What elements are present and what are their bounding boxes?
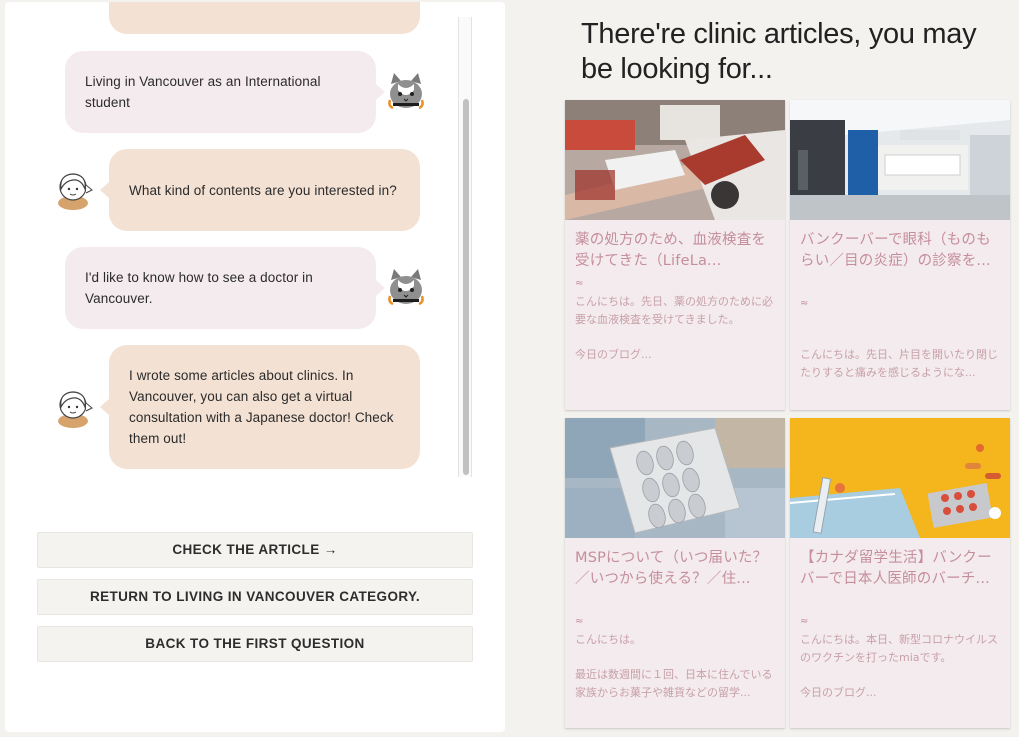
cat-avatar-icon (385, 70, 425, 110)
pills-and-money-photo (565, 418, 785, 538)
girl-avatar-icon (55, 387, 95, 428)
article-separator: ≈ (575, 616, 584, 627)
article-separator: ≈ (800, 298, 809, 309)
clinic-reception-photo (790, 100, 1010, 220)
chat-message-user: Living in Vancouver as an International … (65, 51, 385, 133)
article-excerpt: こんにちは。先日、薬の処方のために必要な血液検査を受けてきました。 今日のブログ… (575, 295, 773, 361)
article-excerpt: こんにちは。本日、新型コロナウイルスのワクチンを打ったmiaです。 今日のブログ… (800, 633, 998, 699)
article-title[interactable]: 薬の処方のため、血液検査を受けてきた（LifeLa... (575, 230, 775, 272)
chat-scrollbar[interactable] (458, 17, 472, 477)
chat-message-bot: What kind of contents are you interested… (100, 149, 420, 231)
article-title[interactable]: MSPについて（いつ届いた？／いつから使える？／住... (575, 548, 775, 590)
article-card[interactable]: MSPについて（いつ届いた？／いつから使える？／住... ≈ こんにちは。 最近… (565, 418, 785, 728)
chat-panel: Living in Vancouver as an International … (5, 2, 505, 732)
article-card[interactable]: バンクーバーで眼科（ものもらい／目の炎症）の診察を... ≈ こんにちは。先日、… (790, 100, 1010, 410)
article-excerpt: こんにちは。先日、片目を開いたり閉じたりすると痛みを感じるようにな... (800, 348, 998, 379)
girl-avatar-icon (55, 169, 95, 210)
medicine-on-yellow-photo (790, 418, 1010, 538)
chat-message-text: Living in Vancouver as an International … (85, 74, 321, 110)
back-first-question-button[interactable]: BACK TO THE FIRST QUESTION (37, 626, 473, 662)
blood-test-photo (565, 100, 785, 220)
article-card[interactable]: 薬の処方のため、血液検査を受けてきた（LifeLa... ≈ こんにちは。先日、… (565, 100, 785, 410)
article-title[interactable]: 【カナダ留学生活】バンクーバーで日本人医師のバーチ... (800, 548, 1000, 590)
article-separator: ≈ (800, 616, 809, 627)
article-excerpt: こんにちは。 最近は数週間に１回、日本に住んでいる家族からお菓子や雑貨などの留学… (575, 633, 773, 699)
chat-bubble-previous (109, 2, 420, 34)
chat-history[interactable]: Living in Vancouver as an International … (5, 2, 475, 480)
chat-message-text: I'd like to know how to see a doctor in … (85, 270, 313, 306)
article-card[interactable]: 【カナダ留学生活】バンクーバーで日本人医師のバーチ... ≈ こんにちは。本日、… (790, 418, 1010, 728)
chat-scrollbar-thumb[interactable] (463, 99, 469, 475)
cat-avatar-icon (385, 266, 425, 306)
article-separator: ≈ (575, 278, 584, 289)
chat-message-bot: I wrote some articles about clinics. In … (100, 345, 420, 469)
chat-message-text: I wrote some articles about clinics. In … (129, 368, 394, 446)
article-title[interactable]: バンクーバーで眼科（ものもらい／目の炎症）の診察を... (800, 230, 1000, 272)
return-category-button[interactable]: RETURN TO LIVING IN VANCOUVER CATEGORY. (37, 579, 473, 615)
chat-message-text: What kind of contents are you interested… (129, 182, 397, 198)
check-article-button[interactable]: CHECK THE ARTICLE → (37, 532, 473, 568)
chat-message-user: I'd like to know how to see a doctor in … (65, 247, 385, 329)
articles-heading: There're clinic articles, you may be loo… (581, 18, 977, 85)
